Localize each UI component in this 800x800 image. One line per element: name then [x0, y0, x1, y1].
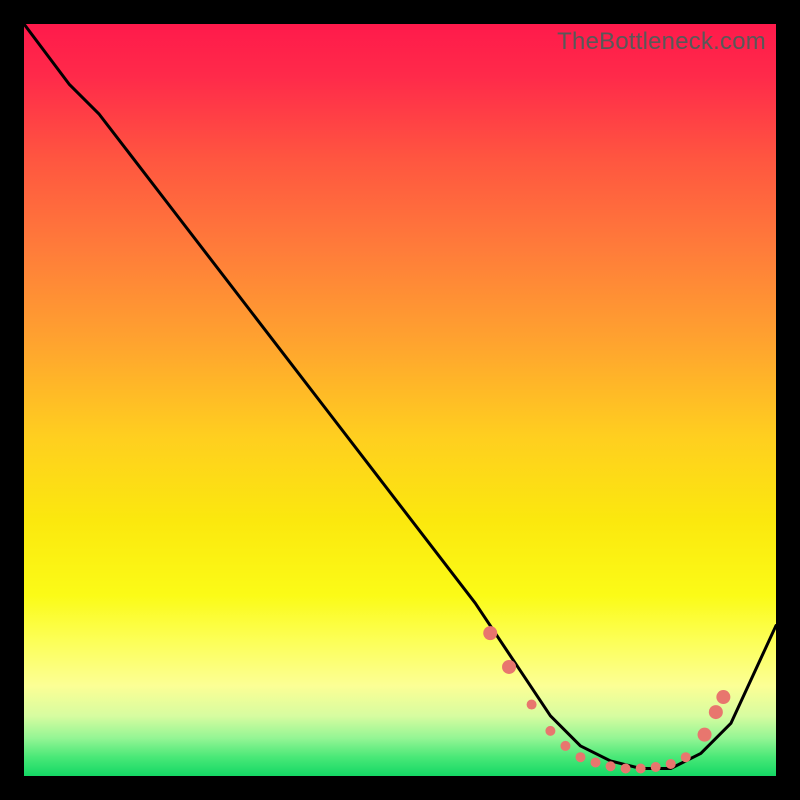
marker-dot [591, 757, 601, 767]
marker-dot [698, 728, 712, 742]
marker-dot [502, 660, 516, 674]
marker-dot [606, 761, 616, 771]
chart-frame: TheBottleneck.com [0, 0, 800, 800]
marker-dot [666, 759, 676, 769]
curve-layer [24, 24, 776, 776]
marker-dot [709, 705, 723, 719]
marker-dot [636, 763, 646, 773]
marker-dot [681, 752, 691, 762]
marker-dot [621, 763, 631, 773]
marker-dot [483, 626, 497, 640]
marker-dot [716, 690, 730, 704]
marker-dot [545, 726, 555, 736]
marker-dot [527, 700, 537, 710]
plot-area: TheBottleneck.com [24, 24, 776, 776]
marker-dot [560, 741, 570, 751]
marker-dot [651, 762, 661, 772]
marker-group [483, 626, 730, 773]
marker-dot [575, 752, 585, 762]
bottleneck-curve [24, 24, 776, 768]
